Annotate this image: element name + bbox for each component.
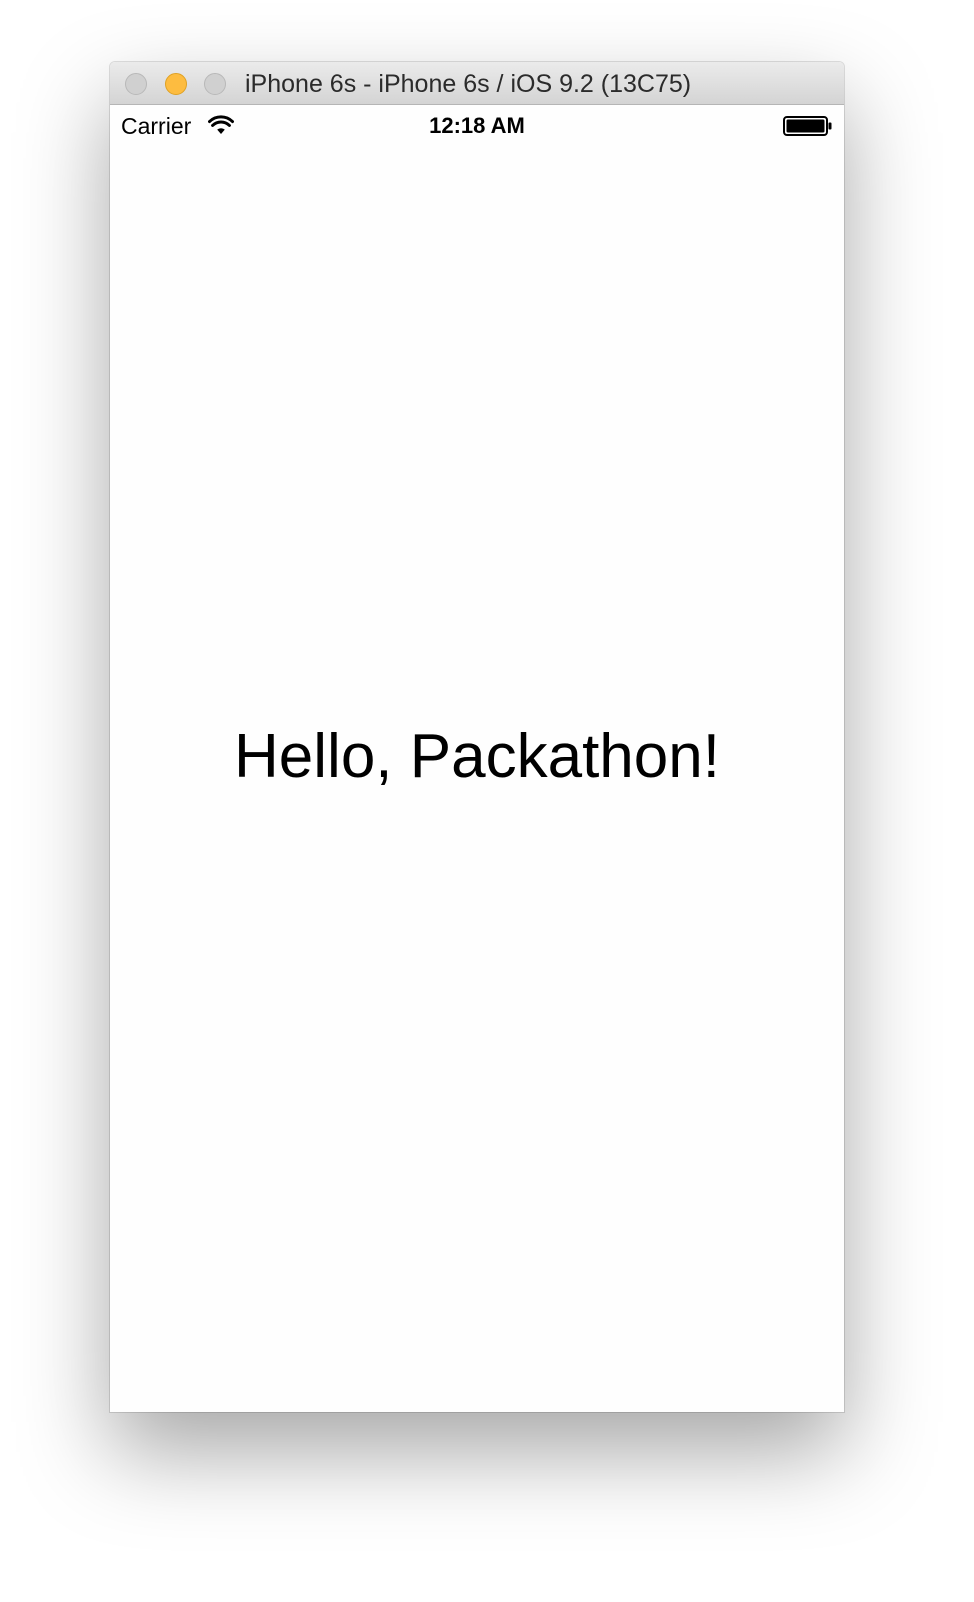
battery-icon [783,116,832,136]
window-title: iPhone 6s - iPhone 6s / iOS 9.2 (13C75) [245,70,692,98]
simulator-window: iPhone 6s - iPhone 6s / iOS 9.2 (13C75) … [110,62,844,1412]
title-bar[interactable]: iPhone 6s - iPhone 6s / iOS 9.2 (13C75) [110,62,844,105]
status-time: 12:18 AM [429,113,525,138]
close-button[interactable] [125,73,147,95]
device-screen[interactable]: Carrier 12:18 AM Hello, Packathon! [110,105,844,1412]
status-bar: Carrier 12:18 AM [110,105,844,145]
hello-label: Hello, Packathon! [234,722,720,791]
minimize-button[interactable] [165,73,187,95]
zoom-button[interactable] [204,73,226,95]
